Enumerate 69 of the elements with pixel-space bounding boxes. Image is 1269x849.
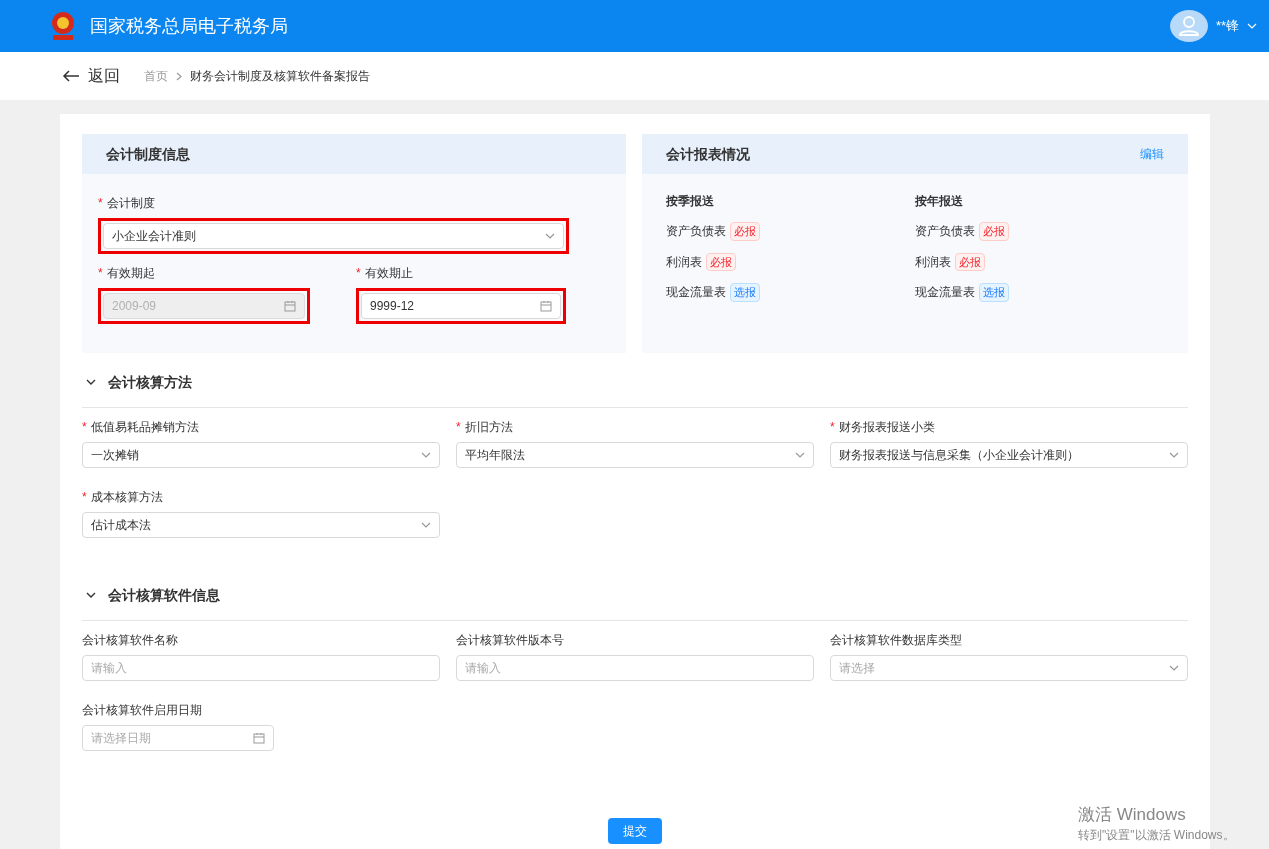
- required-asterisk: *: [98, 195, 103, 212]
- report-name: 利润表: [666, 253, 702, 271]
- status-tag: 选报: [979, 283, 1009, 302]
- chevron-down-icon: [1169, 452, 1179, 458]
- section-title: 会计核算软件信息: [108, 585, 220, 605]
- breadcrumb-link[interactable]: 首页: [144, 67, 168, 85]
- chevron-down-icon: [1169, 665, 1179, 671]
- field-label: 有效期止: [364, 265, 413, 282]
- panel-title: 会计制度信息: [106, 144, 190, 164]
- report-name: 现金流量表: [666, 284, 726, 302]
- required-asterisk: *: [356, 265, 361, 282]
- chevron-down-icon: [795, 452, 805, 458]
- field-label: 低值易耗品摊销方法: [90, 419, 199, 436]
- activation-notice-title: 激活 Windows: [1078, 804, 1187, 826]
- field-label: 有效期起: [106, 265, 155, 282]
- field-label: 折旧方法: [464, 419, 513, 436]
- select-field[interactable]: 请选择: [830, 655, 1188, 681]
- chevron-icon[interactable]: [86, 592, 96, 598]
- report-name: 利润表: [915, 253, 951, 271]
- user-name[interactable]: **锋: [1215, 16, 1239, 36]
- submit-button[interactable]: 提交: [608, 818, 662, 844]
- select-field[interactable]: 小企业会计准则: [103, 223, 564, 249]
- calendar-icon: [284, 300, 296, 312]
- site-title: 国家税务总局电子税务局: [90, 14, 288, 38]
- field-label: 会计核算软件数据库类型: [830, 632, 962, 649]
- status-tag: 必报: [706, 252, 736, 271]
- select-field[interactable]: 估计成本法: [82, 512, 440, 538]
- chevron-down-icon[interactable]: [1247, 23, 1257, 29]
- required-asterisk: *: [830, 419, 835, 436]
- required-asterisk: *: [456, 419, 461, 436]
- field-label: 会计核算软件名称: [82, 632, 178, 649]
- edit-link[interactable]: 编辑: [1140, 145, 1164, 163]
- date-field[interactable]: 请选择日期: [82, 725, 274, 751]
- column-heading: 按季报送: [666, 193, 715, 210]
- activation-notice-text: 转到"设置"以激活 Windows。: [1078, 827, 1235, 844]
- chevron-icon[interactable]: [86, 379, 96, 385]
- field-label: 会计核算软件启用日期: [82, 702, 202, 719]
- status-tag: 必报: [730, 222, 760, 241]
- select-field[interactable]: 一次摊销: [82, 442, 440, 468]
- chevron-down-icon: [421, 522, 431, 528]
- status-tag: 选报: [730, 283, 760, 302]
- field-label: 会计制度: [106, 195, 155, 212]
- arrow-left-icon: [62, 70, 80, 82]
- report-name: 现金流量表: [915, 284, 975, 302]
- chevron-right-icon: [176, 71, 182, 81]
- status-tag: 必报: [979, 222, 1009, 241]
- input-field[interactable]: 请输入: [82, 655, 440, 681]
- section-title: 会计核算方法: [108, 372, 192, 392]
- required-asterisk: *: [98, 265, 103, 282]
- field-label: 会计核算软件版本号: [456, 632, 564, 649]
- required-asterisk: *: [82, 419, 87, 436]
- select-field[interactable]: 平均年限法: [456, 442, 814, 468]
- field-label: 财务报表报送小类: [838, 419, 935, 436]
- chevron-down-icon: [421, 452, 431, 458]
- select-field[interactable]: 财务报表报送与信息采集（小企业会计准则）: [830, 442, 1188, 468]
- input-field[interactable]: 请输入: [456, 655, 814, 681]
- back-button[interactable]: 返回: [62, 64, 120, 88]
- column-heading: 按年报送: [915, 193, 964, 210]
- required-asterisk: *: [82, 489, 87, 506]
- report-name: 资产负债表: [666, 223, 726, 241]
- report-name: 资产负债表: [915, 223, 975, 241]
- chevron-down-icon: [545, 233, 555, 239]
- calendar-icon: [540, 300, 552, 312]
- status-tag: 必报: [955, 252, 985, 271]
- field-label: 成本核算方法: [90, 489, 163, 506]
- avatar-icon[interactable]: [1169, 10, 1208, 42]
- panel-title: 会计报表情况: [666, 144, 750, 164]
- calendar-icon: [253, 732, 265, 744]
- date-field[interactable]: 9999-12: [361, 293, 561, 319]
